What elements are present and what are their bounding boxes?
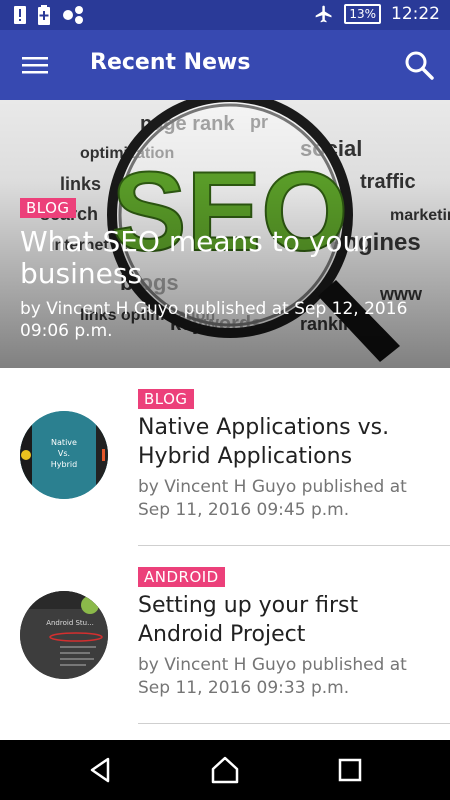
article-meta: by Vincent H Guyo published at Sep 11, 2…	[138, 655, 407, 698]
page-title: Recent News	[90, 50, 251, 75]
featured-meta: by Vincent H Guyo published at Sep 12, 2…	[20, 299, 408, 341]
airplane-icon	[315, 5, 332, 23]
category-tag[interactable]: BLOG	[138, 389, 194, 409]
article-meta: by Vincent H Guyo published at Sep 11, 2…	[138, 477, 407, 520]
featured-title[interactable]: What SEO means to your business	[20, 226, 440, 290]
link-nodes-icon	[63, 6, 83, 24]
system-nav-bar	[0, 740, 450, 800]
recents-button[interactable]	[334, 754, 366, 786]
clock: 12:22	[391, 4, 440, 24]
article-thumbnail: Android Stu...	[20, 591, 108, 679]
hamburger-menu-icon	[22, 57, 48, 74]
status-bar: 13% 12:22	[0, 0, 450, 30]
list-item[interactable]: Android Stu... ANDROID Setting up your f…	[0, 546, 450, 724]
home-icon	[211, 756, 239, 784]
home-button[interactable]	[209, 754, 241, 786]
back-icon	[90, 757, 110, 783]
category-tag[interactable]: ANDROID	[138, 567, 225, 587]
recents-icon	[338, 758, 362, 782]
battery-plus-icon	[38, 5, 50, 25]
article-thumbnail: Native Vs. Hybrid	[20, 411, 108, 499]
article-title[interactable]: Native Applications vs. Hybrid Applicati…	[138, 413, 438, 471]
search-button[interactable]	[402, 48, 436, 82]
menu-button[interactable]	[22, 53, 48, 77]
divider	[138, 723, 450, 724]
article-list: Native Vs. Hybrid BLOG Native Applications…	[0, 368, 450, 724]
app-bar: Recent News	[0, 30, 450, 100]
list-item[interactable]: Native Vs. Hybrid BLOG Native Applications…	[0, 368, 450, 546]
back-button[interactable]	[84, 754, 116, 786]
battery-indicator: 13%	[344, 4, 381, 24]
featured-article[interactable]: page rankproptimizationsociallinkstraffi…	[0, 100, 450, 368]
article-title[interactable]: Setting up your first Android Project	[138, 591, 438, 649]
svg-text:Android Stu...: Android Stu...	[46, 619, 94, 627]
search-icon	[405, 51, 434, 80]
category-tag[interactable]: BLOG	[20, 198, 76, 218]
alert-icon	[14, 6, 26, 24]
